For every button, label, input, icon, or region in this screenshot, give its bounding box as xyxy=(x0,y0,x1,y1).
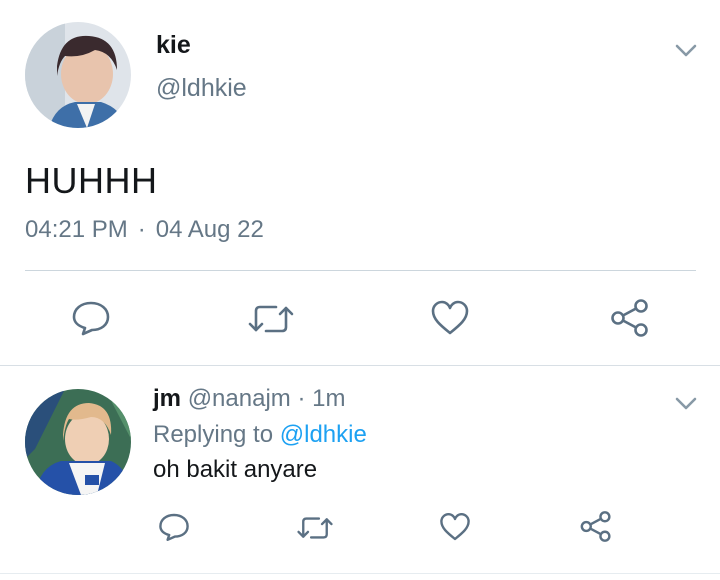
heart-icon[interactable] xyxy=(430,300,470,336)
author-handle[interactable]: @ldhkie xyxy=(156,74,247,103)
replying-to-label: Replying to xyxy=(153,421,274,448)
reply-icon[interactable] xyxy=(71,300,111,336)
chevron-down-icon[interactable] xyxy=(673,43,699,59)
reply-header: jm @nanajm · 1m xyxy=(153,385,345,413)
avatar[interactable] xyxy=(25,389,131,495)
divider xyxy=(0,573,720,574)
reply-text: oh bakit anyare xyxy=(153,456,318,483)
reply-time[interactable]: 1m xyxy=(312,385,345,412)
meta-separator: · xyxy=(137,216,146,243)
tweet-time: 04:21 PM xyxy=(25,216,128,243)
share-icon[interactable] xyxy=(609,298,651,338)
meta-separator: · xyxy=(297,385,306,412)
chevron-down-icon[interactable] xyxy=(673,396,699,412)
reply-icon[interactable] xyxy=(158,512,190,542)
reply-tweet[interactable]: jm @nanajm · 1m Replying to @ldhkie oh b… xyxy=(0,366,720,580)
main-tweet: kie @ldhkie HUHHH 04:21 PM · 04 Aug 22 xyxy=(0,0,720,365)
replying-to: Replying to @ldhkie xyxy=(153,421,367,449)
retweet-icon[interactable] xyxy=(248,302,294,336)
divider xyxy=(25,270,696,271)
tweet-timestamp[interactable]: 04:21 PM · 04 Aug 22 xyxy=(25,216,264,244)
tweet-date: 04 Aug 22 xyxy=(155,216,264,243)
retweet-icon[interactable] xyxy=(297,514,333,542)
author-name[interactable]: jm xyxy=(153,385,181,412)
avatar[interactable] xyxy=(25,22,131,128)
avatar-photo xyxy=(25,389,131,495)
avatar-photo xyxy=(25,22,131,128)
author-handle[interactable]: @nanajm xyxy=(188,385,291,412)
replying-to-handle[interactable]: @ldhkie xyxy=(280,421,367,448)
author-name[interactable]: kie xyxy=(156,31,191,60)
tweet-actions xyxy=(0,298,720,342)
share-icon[interactable] xyxy=(579,510,613,543)
tweet-text: HUHHH xyxy=(25,160,158,201)
heart-icon[interactable] xyxy=(439,512,471,542)
